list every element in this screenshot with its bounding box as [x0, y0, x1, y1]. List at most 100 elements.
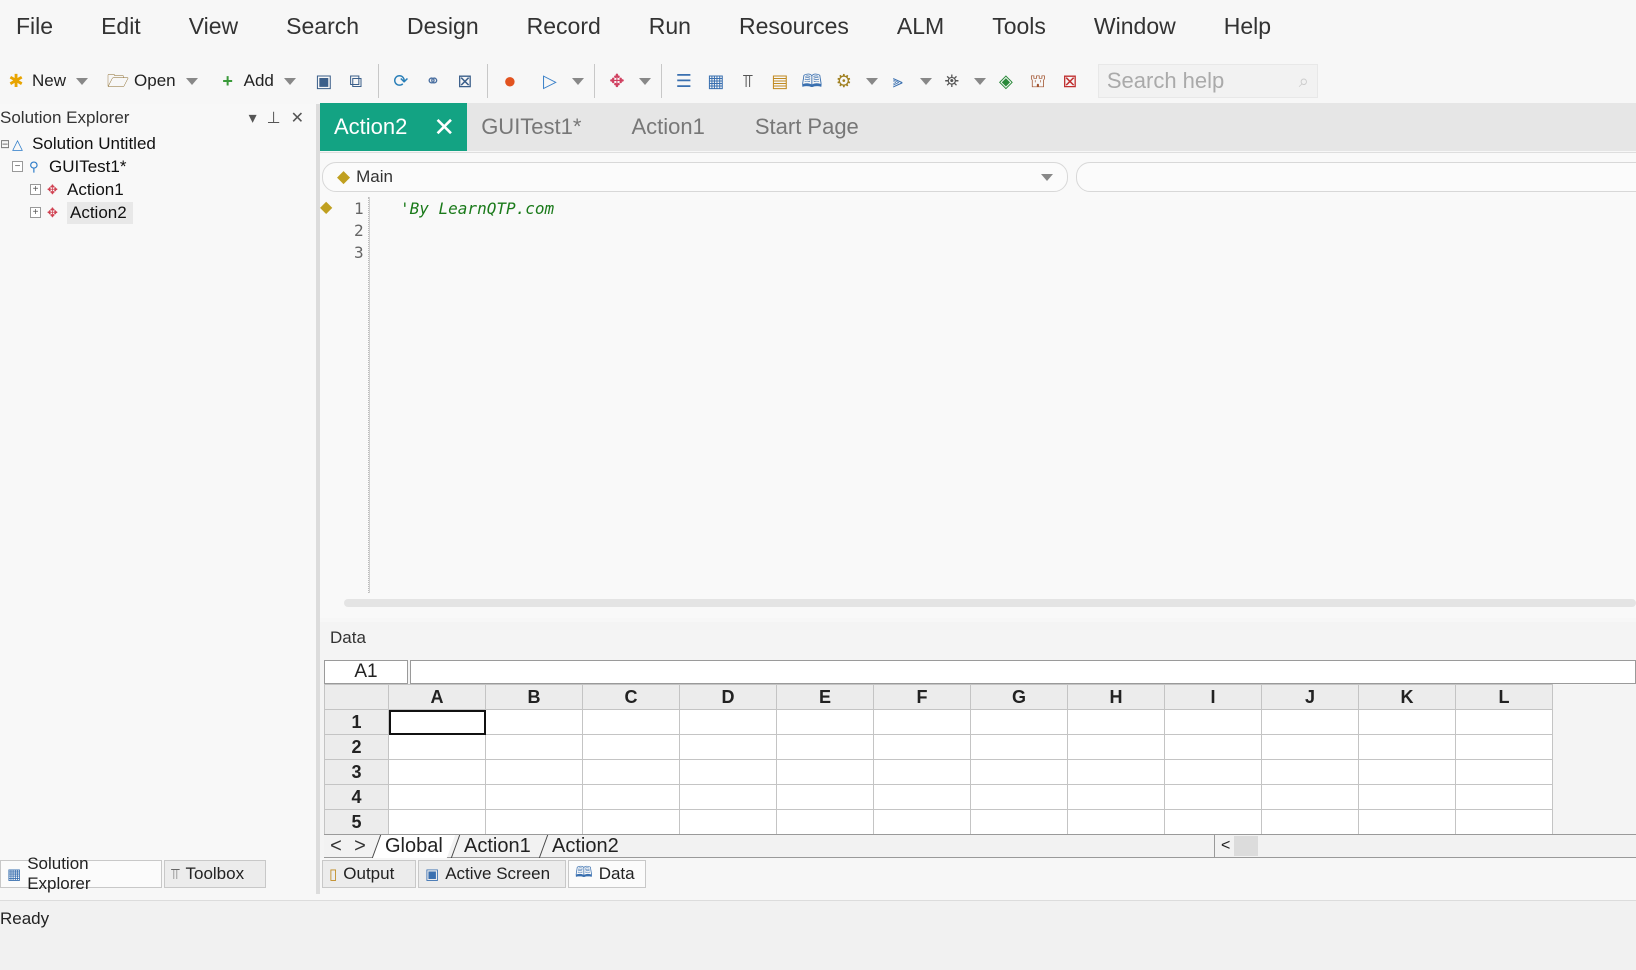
sheet-tab-action1[interactable]: Action1	[450, 834, 543, 858]
step-button[interactable]: ⫸	[882, 65, 936, 97]
column-header[interactable]: L	[1455, 684, 1553, 710]
column-header[interactable]: A	[388, 684, 486, 710]
column-header[interactable]: J	[1261, 684, 1359, 710]
grid-cell[interactable]	[582, 734, 680, 760]
grid-cell[interactable]	[582, 709, 680, 735]
tree-item-action1[interactable]: + ✥ Action1	[0, 178, 316, 201]
save-button[interactable]: ▣	[308, 65, 340, 97]
column-header[interactable]: C	[582, 684, 680, 710]
grid-cell[interactable]	[776, 809, 874, 835]
column-header[interactable]: K	[1358, 684, 1456, 710]
grid-cell[interactable]	[388, 759, 486, 785]
grid-cell[interactable]	[873, 809, 971, 835]
tab-guitest1[interactable]: GUITest1*	[467, 103, 617, 151]
collapse-icon[interactable]: −	[12, 161, 23, 172]
grid-cell[interactable]	[1261, 809, 1359, 835]
tree-item-solution[interactable]: ⊟ △ Solution Untitled	[0, 132, 316, 155]
grid-cell[interactable]	[1067, 734, 1165, 760]
refresh-button[interactable]: ⟳	[385, 65, 417, 97]
column-header[interactable]: F	[873, 684, 971, 710]
chevron-down-icon[interactable]	[571, 77, 584, 85]
grid-cell[interactable]	[1261, 759, 1359, 785]
active-screen-button[interactable]: ▦	[700, 65, 732, 97]
chevron-down-icon[interactable]	[76, 77, 89, 85]
row-header[interactable]: 2	[324, 734, 389, 760]
close-icon[interactable]: ✕	[433, 112, 455, 143]
grid-cell[interactable]	[1358, 759, 1456, 785]
tab-start-page[interactable]: Start Page	[741, 103, 895, 151]
menu-alm[interactable]: ALM	[897, 13, 968, 40]
syntax-button[interactable]: ⊠	[449, 65, 481, 97]
tree-item-action2[interactable]: + ✥ Action2	[0, 201, 316, 224]
grid-cell[interactable]	[1455, 709, 1553, 735]
column-header[interactable]: G	[970, 684, 1068, 710]
grid-cell[interactable]	[776, 759, 874, 785]
grid-cell[interactable]	[873, 759, 971, 785]
row-header[interactable]: 5	[324, 809, 389, 835]
grid-cell[interactable]	[873, 784, 971, 810]
grid-cell[interactable]	[1455, 734, 1553, 760]
open-button[interactable]: 🗁 Open	[102, 65, 202, 97]
settings-button[interactable]: ⚙	[828, 65, 882, 97]
recovery-button[interactable]: ⛫	[1022, 65, 1054, 97]
grid-cell[interactable]	[1358, 784, 1456, 810]
chevron-down-icon[interactable]	[865, 77, 878, 85]
spy-button[interactable]: ⛯	[936, 65, 990, 97]
record-button[interactable]: ●	[494, 65, 526, 97]
grid-cell[interactable]	[1455, 809, 1553, 835]
member-combo[interactable]	[1076, 162, 1636, 192]
grid-cell[interactable]	[1067, 759, 1165, 785]
close-icon[interactable]: ✕	[291, 108, 304, 128]
menu-file[interactable]: File	[16, 13, 77, 40]
add-button[interactable]: + Add	[212, 65, 300, 97]
sheet-tab-action2[interactable]: Action2	[538, 834, 631, 858]
menu-search[interactable]: Search	[286, 13, 383, 40]
grid-cell[interactable]	[1358, 734, 1456, 760]
toolbox-button[interactable]: ⫪	[732, 65, 764, 97]
grid-cell[interactable]	[776, 784, 874, 810]
grid-cell[interactable]	[776, 734, 874, 760]
grid-cell[interactable]	[1261, 784, 1359, 810]
grid-cell[interactable]	[970, 809, 1068, 835]
horizontal-scrollbar[interactable]	[344, 599, 1636, 607]
results-button[interactable]: ⊠	[1054, 65, 1086, 97]
grid-cell[interactable]	[1164, 809, 1262, 835]
row-header[interactable]: 3	[324, 759, 389, 785]
sheet-horizontal-scrollbar[interactable]: <	[1214, 835, 1636, 857]
menu-tools[interactable]: Tools	[992, 13, 1070, 40]
run-button[interactable]: ▷	[534, 65, 588, 97]
grid-cell[interactable]	[970, 709, 1068, 735]
collapse-icon[interactable]: ⊟	[0, 137, 10, 151]
link-button[interactable]: ⚭	[417, 65, 449, 97]
grid-cell[interactable]	[485, 809, 583, 835]
grid-cell[interactable]	[679, 759, 777, 785]
grid-cell[interactable]	[582, 784, 680, 810]
scroll-thumb[interactable]	[1234, 836, 1259, 856]
grid-cell[interactable]	[388, 734, 486, 760]
column-header[interactable]: E	[776, 684, 874, 710]
chevron-down-icon[interactable]	[185, 77, 198, 85]
tree-item-guitest[interactable]: − ⚲ GUITest1*	[0, 155, 316, 178]
grid-cell[interactable]	[679, 809, 777, 835]
grid-cell[interactable]	[873, 734, 971, 760]
column-header[interactable]: D	[679, 684, 777, 710]
grid-cell[interactable]	[679, 784, 777, 810]
object-repository-button[interactable]: ▤	[764, 65, 796, 97]
chevron-down-icon[interactable]	[919, 77, 932, 85]
code-comment-line[interactable]: 'By LearnQTP.com	[400, 199, 554, 218]
tab-action1[interactable]: Action1	[617, 103, 740, 151]
tab-output[interactable]: ▯ Output	[322, 860, 416, 888]
new-button[interactable]: ✱ New	[0, 65, 92, 97]
grid-cell[interactable]	[485, 734, 583, 760]
tab-solution-explorer[interactable]: ▦ Solution Explorer	[0, 854, 162, 893]
formula-bar[interactable]	[410, 660, 1636, 684]
menu-edit[interactable]: Edit	[101, 13, 165, 40]
menu-help[interactable]: Help	[1224, 13, 1295, 40]
grid-cell[interactable]	[388, 709, 486, 735]
grid-cell[interactable]	[485, 759, 583, 785]
tab-data[interactable]: 🕮 Data	[568, 860, 646, 888]
chevron-down-icon[interactable]	[973, 77, 986, 85]
grid-cell[interactable]	[1164, 759, 1262, 785]
tab-active-screen[interactable]: ▣ Active Screen	[418, 860, 566, 888]
grid-cell[interactable]	[1261, 709, 1359, 735]
